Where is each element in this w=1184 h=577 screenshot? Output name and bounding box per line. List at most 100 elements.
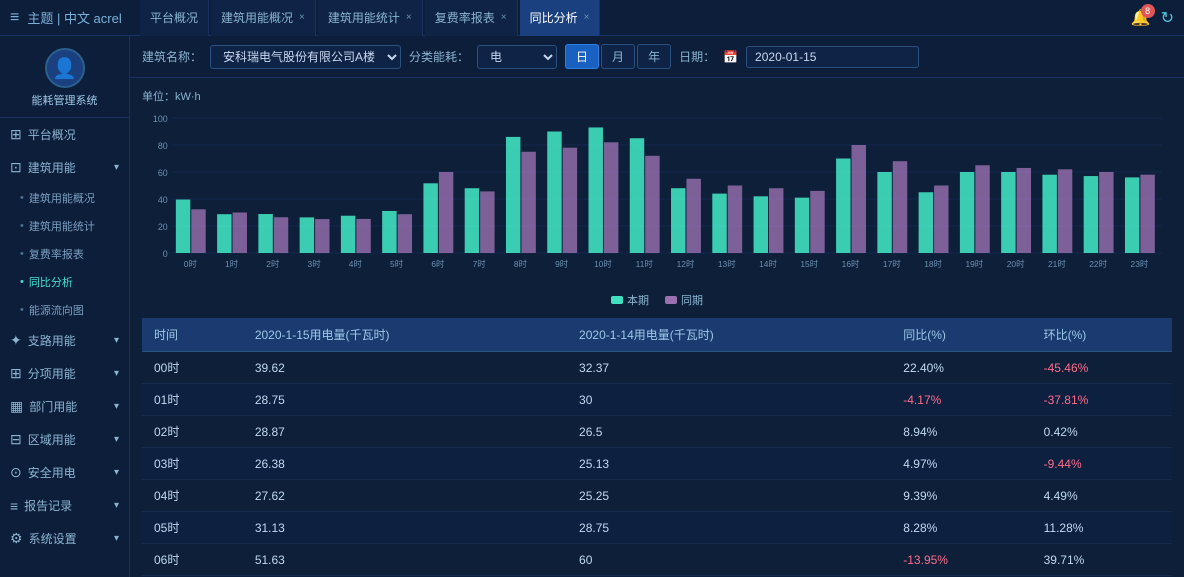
table-header-cell: 时间 xyxy=(142,318,243,352)
sidebar-sub-建筑用能统计[interactable]: 建筑用能统计 xyxy=(0,212,129,240)
sidebar-item-平台概况[interactable]: ⊞平台概况 xyxy=(0,118,129,151)
menu-icon: ⚙ xyxy=(10,530,23,547)
sidebar-sub-复费率报表[interactable]: 复费率报表 xyxy=(0,240,129,268)
top-tab-平台概况[interactable]: 平台概况 xyxy=(140,0,209,36)
chevron-down-icon: ▾ xyxy=(114,335,119,346)
sidebar-item-建筑用能[interactable]: ⊡建筑用能▾ xyxy=(0,151,129,184)
table-row: 02时28.8726.58.94%0.42% xyxy=(142,416,1172,448)
svg-text:22时: 22时 xyxy=(1089,259,1107,269)
table-row: 00时39.6232.3722.40%-45.46% xyxy=(142,352,1172,384)
category-label: 分类能耗： xyxy=(409,48,469,65)
top-tab-建筑用能概况[interactable]: 建筑用能概况 × xyxy=(211,0,316,36)
top-bar-right: 🔔 8 ↻ xyxy=(1131,8,1174,28)
sidebar-item-报告记录[interactable]: ≡报告记录▾ xyxy=(0,489,129,522)
table-header-cell: 2020-1-14用电量(千瓦时) xyxy=(567,318,891,352)
table-cell: 8.94% xyxy=(891,416,1031,448)
content-area: 建筑名称： 安科瑞电气股份有限公司A楼 分类能耗： 电 日月年 日期： 📅 单位… xyxy=(130,36,1184,577)
tab-close-icon[interactable]: × xyxy=(501,12,507,23)
svg-text:11时: 11时 xyxy=(636,259,654,269)
legend-prev-dot xyxy=(665,296,677,304)
svg-text:6时: 6时 xyxy=(431,259,445,269)
table-cell: 28.87 xyxy=(243,416,567,448)
svg-text:5时: 5时 xyxy=(390,259,404,269)
table-cell: 28.75 xyxy=(567,512,891,544)
menu-icon: ⊙ xyxy=(10,464,22,481)
refresh-icon[interactable]: ↻ xyxy=(1161,8,1174,28)
svg-text:19时: 19时 xyxy=(965,259,983,269)
svg-text:10时: 10时 xyxy=(594,259,612,269)
hamburger-icon[interactable]: ≡ xyxy=(10,9,19,27)
sidebar-item-安全用电[interactable]: ⊙安全用电▾ xyxy=(0,456,129,489)
table-header: 时间2020-1-15用电量(千瓦时)2020-1-14用电量(千瓦时)同比(%… xyxy=(142,318,1172,352)
chevron-down-icon: ▾ xyxy=(114,467,119,478)
date-input[interactable] xyxy=(746,46,919,68)
date-btn-日[interactable]: 日 xyxy=(565,44,599,69)
menu-label: 报告记录 xyxy=(24,497,72,514)
sidebar-item-分项用能[interactable]: ⊞分项用能▾ xyxy=(0,357,129,390)
top-tab-建筑用能统计[interactable]: 建筑用能统计 × xyxy=(318,0,423,36)
chevron-down-icon: ▾ xyxy=(114,434,119,445)
table-cell: -4.17% xyxy=(891,384,1031,416)
svg-text:1时: 1时 xyxy=(225,259,239,269)
menu-icon: ⊟ xyxy=(10,431,22,448)
top-title: 主题 | 中文 acrel xyxy=(27,8,121,27)
date-btn-年[interactable]: 年 xyxy=(637,44,671,69)
table-cell: 32.37 xyxy=(567,352,891,384)
svg-text:40: 40 xyxy=(158,195,168,205)
sidebar-item-支路用能[interactable]: ✦ 支路用能 ▾ xyxy=(0,324,129,357)
system-title: 能耗管理系统 xyxy=(32,94,98,109)
sidebar-sub-能源流向图[interactable]: 能源流向图 xyxy=(0,296,129,324)
menu-label: 区域用能 xyxy=(28,431,76,448)
table-cell: 39.62 xyxy=(243,352,567,384)
table-cell: -45.46% xyxy=(1032,352,1172,384)
calendar-icon: 📅 xyxy=(723,50,738,64)
bell-icon[interactable]: 🔔 8 xyxy=(1131,8,1151,28)
menu-label: 支路用能 xyxy=(28,332,76,349)
legend-current: 本期 xyxy=(611,292,649,308)
top-tab-复费率报表[interactable]: 复费率报表 × xyxy=(425,0,518,36)
table-cell: 05时 xyxy=(142,512,243,544)
table-cell: -13.95% xyxy=(891,544,1031,576)
table-cell: 25.13 xyxy=(567,448,891,480)
data-table: 时间2020-1-15用电量(千瓦时)2020-1-14用电量(千瓦时)同比(%… xyxy=(142,318,1172,577)
tab-close-icon[interactable]: × xyxy=(299,12,305,23)
top-tab-同比分析[interactable]: 同比分析 × xyxy=(520,0,601,36)
chart-area: 单位：kW·h 0204060801000时1时2时3时4时5时6时7时8时9时… xyxy=(130,78,1184,318)
category-select[interactable]: 电 xyxy=(477,45,557,69)
chart-container: 0204060801000时1时2时3时4时5时6时7时8时9时10时11时12… xyxy=(142,108,1172,288)
svg-text:9时: 9时 xyxy=(555,259,569,269)
tab-close-icon[interactable]: × xyxy=(584,12,590,23)
svg-text:3时: 3时 xyxy=(308,259,322,269)
menu-icon: ⊞ xyxy=(10,365,22,382)
table-cell: 26.5 xyxy=(567,416,891,448)
svg-text:14时: 14时 xyxy=(759,259,777,269)
tab-close-icon[interactable]: × xyxy=(406,12,412,23)
table-cell: -9.44% xyxy=(1032,448,1172,480)
table-cell: 39.71% xyxy=(1032,544,1172,576)
table-cell: 27.62 xyxy=(243,480,567,512)
menu-label: 部门用能 xyxy=(29,398,77,415)
table-cell: 51.63 xyxy=(243,544,567,576)
sidebar-item-部门用能[interactable]: ▦ 部门用能 ▾ xyxy=(0,390,129,423)
svg-text:20时: 20时 xyxy=(1007,259,1025,269)
table-cell: 25.25 xyxy=(567,480,891,512)
table-cell: 30 xyxy=(567,384,891,416)
chevron-down-icon: ▾ xyxy=(114,401,119,412)
sidebar-sub-同比分析[interactable]: 同比分析 xyxy=(0,268,129,296)
top-bar: ≡ 主题 | 中文 acrel 平台概况建筑用能概况 ×建筑用能统计 ×复费率报… xyxy=(0,0,1184,36)
menu-icon: ≡ xyxy=(10,498,18,514)
table-cell: 00时 xyxy=(142,352,243,384)
filter-bar: 建筑名称： 安科瑞电气股份有限公司A楼 分类能耗： 电 日月年 日期： 📅 xyxy=(130,36,1184,78)
sidebar-item-区域用能[interactable]: ⊟ 区域用能 ▾ xyxy=(0,423,129,456)
table-row: 06时51.6360-13.95%39.71% xyxy=(142,544,1172,576)
table-cell: 31.13 xyxy=(243,512,567,544)
date-btn-月[interactable]: 月 xyxy=(601,44,635,69)
menu-icon: ✦ xyxy=(10,332,22,349)
building-select[interactable]: 安科瑞电气股份有限公司A楼 xyxy=(210,45,401,69)
sidebar-sub-建筑用能概况[interactable]: 建筑用能概况 xyxy=(0,184,129,212)
table-cell: 9.39% xyxy=(891,480,1031,512)
sidebar-item-系统设置[interactable]: ⚙系统设置▾ xyxy=(0,522,129,555)
menu-icon: ▦ xyxy=(10,398,23,415)
menu-label: 系统设置 xyxy=(29,530,77,547)
table-cell: 04时 xyxy=(142,480,243,512)
